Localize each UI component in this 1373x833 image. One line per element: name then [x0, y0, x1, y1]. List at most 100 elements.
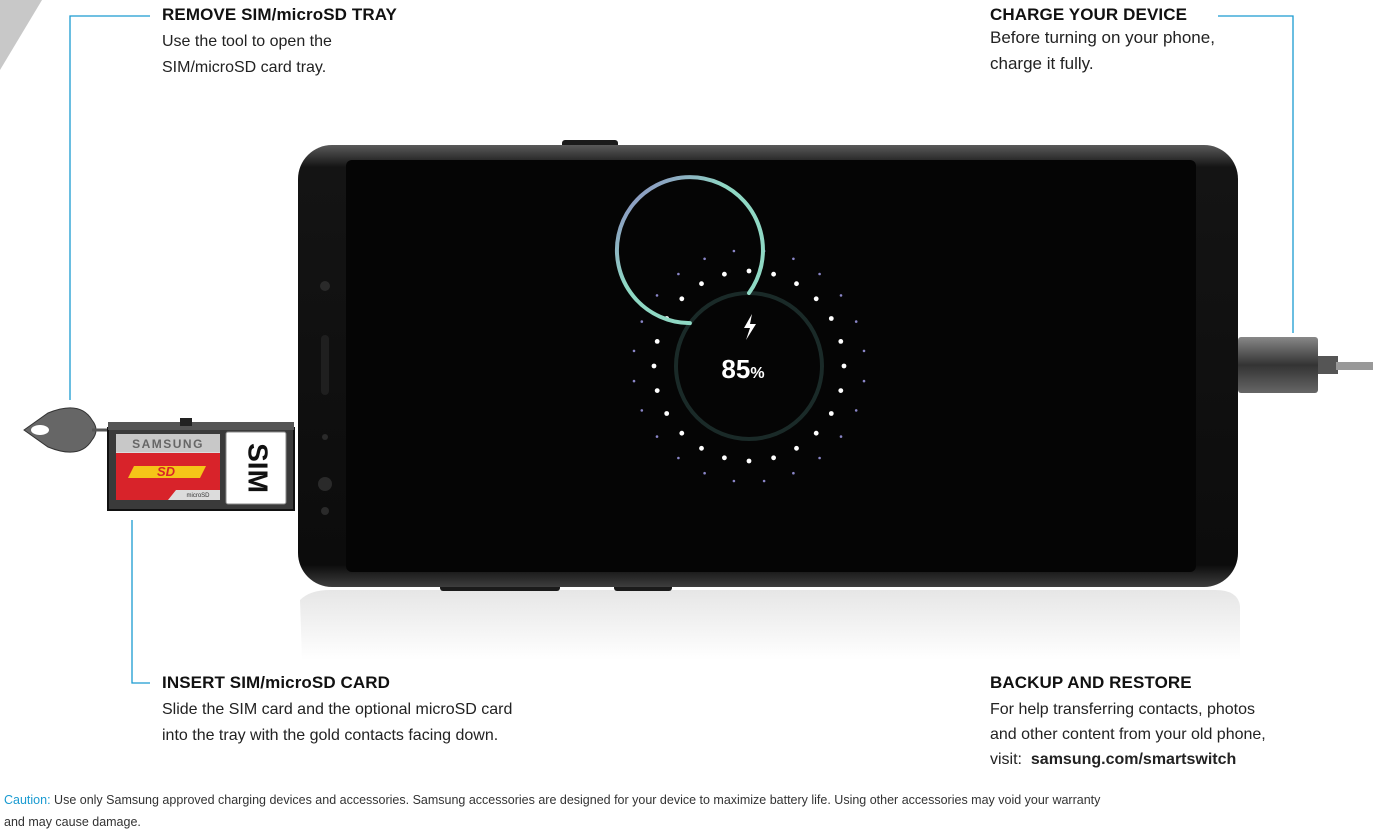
charge-dot [762, 479, 766, 483]
charge-dot [699, 445, 704, 451]
callout-backup-title: BACKUP AND RESTORE [990, 673, 1192, 692]
charge-dot [651, 363, 657, 369]
iris-sensor [321, 507, 329, 515]
charge-dot [862, 379, 866, 383]
phone-shadow [300, 590, 1240, 660]
charge-dot [732, 479, 736, 483]
smartswitch-link[interactable]: samsung.com/smartswitch [1031, 751, 1236, 768]
callout-insert-card-body: Slide the SIM card and the optional micr… [162, 697, 512, 749]
charge-dot [771, 271, 776, 277]
callout-charge-title: CHARGE YOUR DEVICE [990, 5, 1188, 24]
battery-percent-value: 85 [721, 354, 750, 384]
earpiece-speaker [321, 335, 329, 395]
callout-remove-tray: REMOVE SIM/microSD TRAY Use the tool to … [162, 5, 397, 81]
charge-dot [732, 249, 736, 253]
callout-remove-tray-title: REMOVE SIM/microSD TRAY [162, 5, 397, 24]
charge-dot [792, 257, 795, 261]
phone-screen [346, 160, 1196, 572]
callout-remove-tray-line-2: SIM/microSD card tray. [162, 59, 327, 76]
callout-remove-tray-line-1: Use the tool to open the [162, 33, 332, 50]
charge-dot [632, 379, 636, 383]
callout-backup: BACKUP AND RESTORE For help transferring… [990, 673, 1266, 772]
charge-dot [655, 435, 659, 438]
callout-remove-tray-body: Use the tool to open the SIM/microSD car… [162, 29, 397, 81]
charge-dot [699, 281, 704, 287]
sim-ejector-tool [23, 407, 112, 453]
sim-tray-notch [180, 418, 192, 426]
charge-dot [677, 456, 680, 460]
microsd-size-label: microSD [186, 493, 210, 499]
charge-dot [818, 272, 821, 276]
callout-insert-card: INSERT SIM/microSD CARD Slide the SIM ca… [162, 673, 512, 749]
caution-line-1: Caution: Use only Samsung approved charg… [4, 789, 1373, 811]
usb-plug [1238, 337, 1318, 393]
charge-dot [632, 349, 636, 353]
charge-dot [794, 445, 799, 451]
charge-dot [813, 296, 819, 302]
charge-dot [841, 363, 847, 369]
sd-logo-text: SD [157, 464, 176, 479]
charge-dot [854, 409, 858, 412]
plug-neck [1318, 356, 1338, 374]
callout-charge-body: Before turning on your phone, charge it … [990, 25, 1215, 77]
callout-backup-line-2: and other content from your old phone, [990, 726, 1266, 743]
charge-dot [654, 339, 660, 344]
caution-text-1: Use only Samsung approved charging devic… [54, 793, 1101, 807]
charge-dot [677, 272, 680, 276]
charge-dot [722, 455, 727, 461]
charge-dot [640, 320, 644, 323]
callout-backup-visit-label: visit: [990, 751, 1022, 768]
charge-dot [828, 316, 834, 321]
sim-tray-edge [108, 422, 294, 430]
charge-dot [828, 411, 834, 416]
callout-backup-visit-line: visit: samsung.com/smartswitch [990, 747, 1266, 772]
charge-dot [679, 430, 685, 436]
charge-dot [854, 320, 858, 323]
charge-dot [703, 471, 706, 475]
charge-dot [655, 294, 659, 297]
charge-dot [746, 458, 752, 464]
callout-insert-card-line-2: into the tray with the gold contacts fac… [162, 727, 499, 744]
callout-charge: CHARGE YOUR DEVICE Before turning on you… [990, 5, 1215, 77]
charge-dot [818, 456, 821, 460]
charge-dot [640, 409, 644, 412]
callout-insert-card-title: INSERT SIM/microSD CARD [162, 673, 391, 692]
charge-dot [679, 296, 685, 302]
microsd-brand-label: SAMSUNG [132, 437, 204, 451]
charge-dot [746, 268, 752, 274]
sim-card: SIM [225, 431, 287, 505]
charge-dot [838, 339, 844, 344]
proximity-sensor [322, 434, 328, 440]
cable [1336, 362, 1373, 370]
sim-card-label: SIM [243, 443, 274, 493]
callout-backup-line-1: For help transferring contacts, photos [990, 701, 1256, 718]
charge-dot [813, 430, 819, 436]
charging-cable [1238, 337, 1373, 393]
sd-logo-icon: SD [128, 464, 206, 479]
callout-charge-line-2: charge it fully. [990, 54, 1094, 73]
front-sensor [320, 281, 330, 291]
charge-dot [722, 271, 727, 277]
charge-dot [792, 471, 795, 475]
charge-dot [838, 388, 844, 393]
caution-label: Caution: [4, 793, 51, 807]
microsd-card: SAMSUNG SD microSD [116, 434, 220, 500]
sim-tray: SAMSUNG SD microSD SIM [107, 418, 295, 511]
charge-dot [862, 349, 866, 353]
leader-line-insert-card [131, 520, 150, 684]
front-camera [318, 477, 332, 491]
caution-note: Caution: Use only Samsung approved charg… [4, 789, 1373, 833]
charge-dot [703, 257, 706, 261]
callout-charge-line-1: Before turning on your phone, [990, 28, 1215, 47]
charge-dot [654, 388, 660, 393]
charge-dot [664, 411, 670, 416]
charge-dot [771, 455, 776, 461]
caution-line-2: and may cause damage. [4, 815, 141, 829]
leader-line-remove-tray [69, 15, 150, 400]
callout-backup-body: For help transferring contacts, photos a… [990, 697, 1266, 772]
callout-insert-card-line-1: Slide the SIM card and the optional micr… [162, 701, 513, 718]
charge-dot [839, 435, 843, 438]
battery-percent-sign: % [750, 365, 764, 382]
charge-dot [794, 281, 799, 287]
charge-dot [839, 294, 843, 297]
